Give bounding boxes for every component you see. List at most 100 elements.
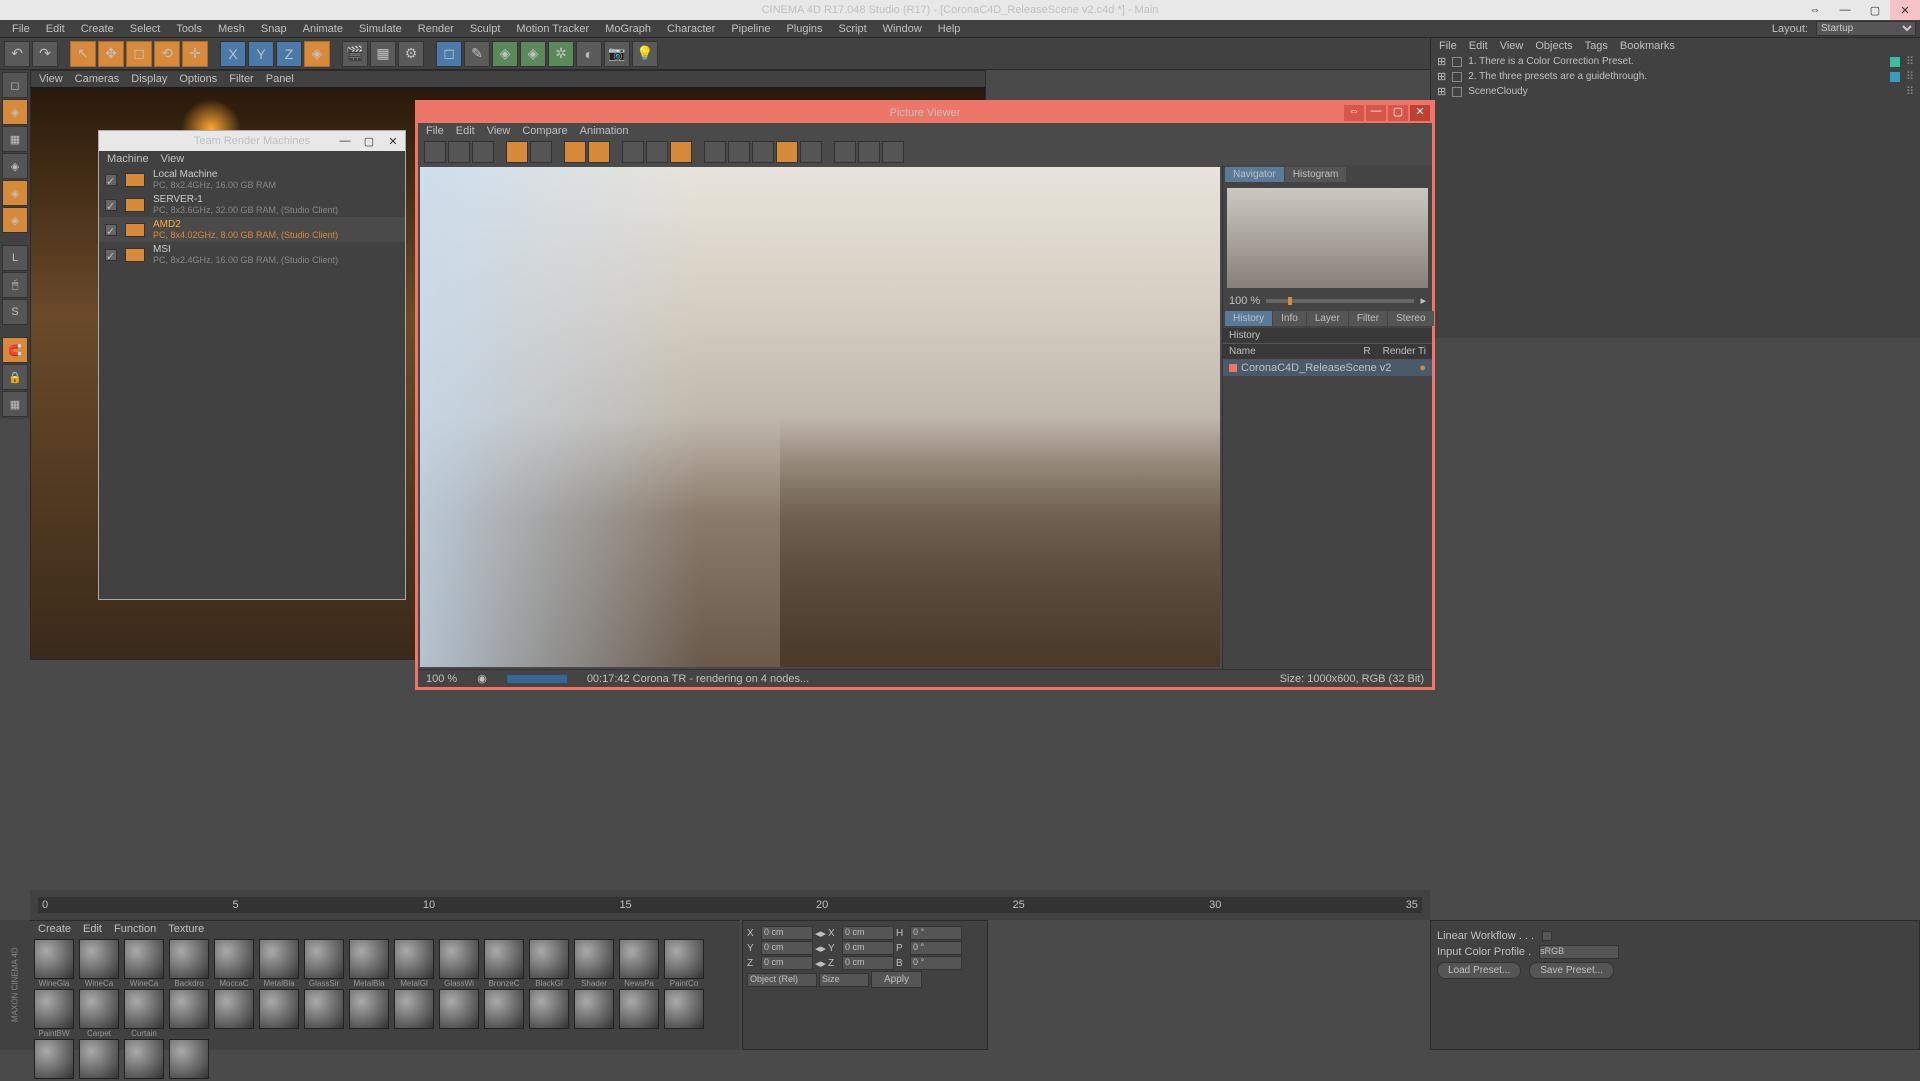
visibility-icon[interactable]: ⠿ (1906, 85, 1914, 98)
grid2-icon[interactable] (858, 141, 880, 163)
menu-item[interactable]: Edit (38, 23, 73, 35)
compare2-icon[interactable] (646, 141, 668, 163)
channel-icon[interactable] (564, 141, 586, 163)
camera-icon[interactable]: 📷 (604, 41, 630, 67)
menu-item[interactable]: Animate (295, 23, 351, 35)
tab-navigator[interactable]: Navigator (1225, 167, 1284, 182)
tab-layer[interactable]: Layer (1307, 311, 1348, 326)
om-menu-item[interactable]: Objects (1535, 40, 1572, 52)
open-icon[interactable] (424, 141, 446, 163)
pen-icon[interactable]: ✎ (464, 41, 490, 67)
om-menu-item[interactable]: File (1439, 40, 1457, 52)
machine-row[interactable]: ✓ MSIPC, 8x2.4GHz, 16.00 GB RAM, (Studio… (99, 242, 405, 267)
color-profile-select[interactable]: sRGB (1539, 945, 1619, 959)
render-region-icon[interactable]: ▦ (370, 41, 396, 67)
deformer-icon[interactable]: ✲ (548, 41, 574, 67)
menu-item[interactable]: Motion Tracker (508, 23, 597, 35)
menu-item[interactable]: Help (930, 23, 969, 35)
om-menu-item[interactable]: View (1500, 40, 1524, 52)
material-item[interactable] (122, 1039, 166, 1079)
compare3-icon[interactable] (670, 141, 692, 163)
close-button[interactable]: ✕ (1890, 0, 1920, 20)
menu-item[interactable]: Pipeline (723, 23, 778, 35)
z-axis-icon[interactable]: Z (276, 41, 302, 67)
lock-icon[interactable]: 🔒 (2, 364, 28, 390)
tab-info[interactable]: Info (1273, 311, 1306, 326)
material-item[interactable]: MoccaC (212, 939, 256, 988)
ab2-icon[interactable] (728, 141, 750, 163)
material-item[interactable]: MetalGl (392, 939, 436, 988)
material-item[interactable]: MetalBla (347, 939, 391, 988)
visibility-icon[interactable]: ⠿ (1906, 70, 1914, 83)
vp-menu-item[interactable]: Panel (266, 73, 294, 85)
zoom-slider-icon[interactable]: ◉ (477, 672, 487, 685)
x-pos-input[interactable]: 0 cm (761, 926, 813, 940)
pv-splitscreen-button[interactable]: ⇔ (1344, 105, 1364, 121)
stepper-icon[interactable]: ◂▸ (815, 957, 826, 970)
maximize-button[interactable]: ▢ (1860, 0, 1890, 20)
machine-row[interactable]: ✓ AMD2PC, 8x4.02GHz, 8.00 GB RAM, (Studi… (99, 217, 405, 242)
vp-menu-item[interactable]: Display (131, 73, 167, 85)
menu-item[interactable]: Select (122, 23, 169, 35)
render-image[interactable] (420, 167, 1220, 667)
pv-menu-item[interactable]: Animation (580, 125, 629, 137)
stepper-icon[interactable]: ◂▸ (815, 942, 826, 955)
pv-menu-item[interactable]: Compare (522, 125, 567, 137)
material-item[interactable]: BlackGl (527, 939, 571, 988)
x-size-input[interactable]: 0 cm (842, 926, 894, 940)
environment-icon[interactable]: ◐ (576, 41, 602, 67)
color-swatch[interactable] (1890, 72, 1900, 82)
lastused-icon[interactable]: ✛ (182, 41, 208, 67)
y-pos-input[interactable]: 0 cm (761, 941, 813, 955)
pv-menu-item[interactable]: Edit (456, 125, 475, 137)
point-mode-icon[interactable]: ◈ (2, 180, 28, 206)
material-item[interactable]: WineCa (77, 939, 121, 988)
menu-item[interactable]: Character (659, 23, 723, 35)
history-row[interactable]: CoronaC4D_ReleaseScene v2 ● (1223, 360, 1432, 376)
menu-item[interactable]: Render (410, 23, 462, 35)
material-item[interactable] (212, 989, 256, 1038)
material-item[interactable] (77, 1039, 121, 1079)
vp-menu-item[interactable]: Cameras (75, 73, 120, 85)
material-item[interactable]: PaintBW (32, 989, 76, 1038)
menu-item[interactable]: File (4, 23, 38, 35)
workplane-icon[interactable]: ◈ (2, 153, 28, 179)
size-mode-select[interactable]: Size (819, 973, 869, 987)
b-icon[interactable] (800, 141, 822, 163)
pv-close-button[interactable]: ✕ (1410, 105, 1430, 121)
tr-close-button[interactable]: ✕ (381, 135, 405, 148)
tr-menu-item[interactable]: Machine (107, 153, 149, 165)
pv-maximize-button[interactable]: ▢ (1388, 105, 1408, 121)
om-menu-item[interactable]: Bookmarks (1620, 40, 1675, 52)
x-axis-icon[interactable]: X (220, 41, 246, 67)
select-icon[interactable]: ↖ (70, 41, 96, 67)
material-item[interactable]: WineGla (32, 939, 76, 988)
expand-icon[interactable]: ⊞ (1437, 85, 1446, 98)
menu-item[interactable]: Plugins (778, 23, 830, 35)
b-rot-input[interactable]: 0 ° (910, 956, 962, 970)
checkbox-icon[interactable]: ✓ (105, 174, 117, 186)
generator-icon[interactable]: ◈ (520, 41, 546, 67)
material-item[interactable] (32, 1039, 76, 1079)
splitscreen-button[interactable]: ⇔ (1800, 0, 1830, 20)
material-item[interactable] (437, 989, 481, 1038)
material-item[interactable]: BronzeC (482, 939, 526, 988)
zoom-icon[interactable] (506, 141, 528, 163)
om-menu-item[interactable]: Tags (1585, 40, 1608, 52)
zoom-fit-icon[interactable] (530, 141, 552, 163)
z-size-input[interactable]: 0 cm (842, 956, 894, 970)
material-item[interactable]: NewsPa (617, 939, 661, 988)
menu-item[interactable]: Create (73, 23, 122, 35)
snap-icon[interactable]: 🖱 (2, 272, 28, 298)
zoom-fit-icon[interactable]: ▸ (1420, 294, 1426, 307)
move-icon[interactable]: ✥ (98, 41, 124, 67)
tab-histogram[interactable]: Histogram (1285, 167, 1347, 182)
rotate-icon[interactable]: ⟲ (154, 41, 180, 67)
viewport-icon[interactable]: ▦ (2, 391, 28, 417)
compare-icon[interactable] (622, 141, 644, 163)
material-item[interactable] (257, 989, 301, 1038)
material-item[interactable]: Carpet (77, 989, 121, 1038)
clapper-icon[interactable] (472, 141, 494, 163)
grid3-icon[interactable] (882, 141, 904, 163)
om-menu-item[interactable]: Edit (1469, 40, 1488, 52)
